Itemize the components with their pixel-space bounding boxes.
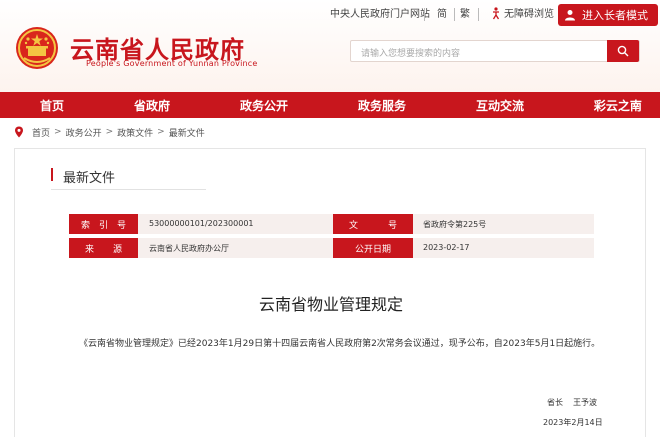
divider — [454, 8, 455, 21]
breadcrumb-item-home[interactable]: 首页 — [32, 126, 50, 139]
meta-label-char: 来 — [85, 242, 94, 255]
elder-user-icon — [564, 9, 576, 21]
meta-value-publish-date: 2023-02-17 — [423, 243, 470, 252]
document-panel: 最新文件 索 引 号 53000000101/202300001 文 号 省政府… — [14, 148, 646, 437]
document-signer: 省长 王予波 — [547, 397, 597, 408]
signer-name: 王予波 — [573, 398, 597, 407]
meta-label-publish-date: 公开日期 — [333, 238, 413, 258]
search-input[interactable] — [361, 44, 601, 64]
meta-label-char: 文 — [349, 218, 358, 231]
nav-item-home[interactable]: 首页 — [40, 97, 64, 114]
traditional-chinese-link[interactable]: 繁 — [460, 9, 470, 21]
breadcrumb: 首页 > 政务公开 > 政策文件 > 最新文件 — [14, 125, 205, 139]
search-box — [350, 40, 640, 62]
meta-label-char: 索 — [81, 218, 90, 231]
meta-label-index-number: 索 引 号 — [69, 214, 138, 234]
document-meta-table: 索 引 号 53000000101/202300001 文 号 省政府令第225… — [69, 214, 594, 258]
meta-label-char: 号 — [388, 218, 397, 231]
section-heading: 最新文件 — [51, 164, 206, 190]
meta-value-index-number: 53000000101/202300001 — [149, 219, 254, 228]
meta-label-document-number: 文 号 — [333, 214, 413, 234]
breadcrumb-item-latest-documents[interactable]: 最新文件 — [169, 126, 205, 139]
elder-mode-label: 进入长者模式 — [582, 7, 648, 23]
meta-row: 来 源 云南省人民政府办公厅 公开日期 2023-02-17 — [69, 238, 594, 258]
location-pin-icon — [14, 126, 24, 138]
document-title: 云南省物业管理规定 — [15, 291, 647, 315]
heading-accent-bar — [51, 168, 53, 181]
breadcrumb-separator: > — [157, 127, 165, 137]
breadcrumb-item-policy-documents[interactable]: 政策文件 — [117, 126, 153, 139]
document-date: 2023年2月14日 — [543, 417, 603, 428]
meta-label-char: 号 — [117, 218, 126, 231]
national-emblem-icon[interactable] — [15, 26, 59, 70]
breadcrumb-separator: > — [54, 127, 62, 137]
main-nav: 首页 省政府 政务公开 政务服务 互动交流 彩云之南 — [0, 92, 660, 118]
divider — [424, 8, 425, 21]
site-subtitle: People's Government of Yunnan Province — [86, 59, 258, 68]
meta-label-source: 来 源 — [69, 238, 138, 258]
nav-item-government-services[interactable]: 政务服务 — [358, 97, 406, 114]
section-heading-text: 最新文件 — [63, 167, 115, 186]
nav-item-colorful-yunnan[interactable]: 彩云之南 — [594, 97, 642, 114]
meta-row: 索 引 号 53000000101/202300001 文 号 省政府令第225… — [69, 214, 594, 234]
search-button[interactable] — [607, 40, 639, 62]
signer-title: 省长 — [547, 398, 563, 407]
breadcrumb-item-government-affairs[interactable]: 政务公开 — [66, 126, 102, 139]
nav-item-interaction[interactable]: 互动交流 — [476, 97, 524, 114]
nav-item-government-affairs-public[interactable]: 政务公开 — [240, 97, 288, 114]
central-portal-link[interactable]: 中央人民政府门户网站 — [330, 9, 430, 21]
search-icon — [617, 45, 629, 57]
meta-value-document-number: 省政府令第225号 — [423, 219, 486, 230]
accessibility-icon[interactable] — [490, 7, 502, 20]
meta-label-text: 公开日期 — [355, 242, 391, 255]
breadcrumb-separator: > — [106, 127, 114, 137]
simplified-chinese-link[interactable]: 简 — [437, 9, 447, 21]
divider — [478, 8, 479, 21]
meta-label-char: 源 — [113, 242, 122, 255]
nav-item-provincial-government[interactable]: 省政府 — [134, 97, 170, 114]
meta-value-source: 云南省人民政府办公厅 — [149, 243, 229, 254]
elder-mode-button[interactable]: 进入长者模式 — [558, 4, 658, 26]
document-body: 《云南省物业管理规定》已经2023年1月29日第十四届云南省人民政府第2次常务会… — [79, 336, 600, 349]
top-utility-bar: 中央人民政府门户网站 简 繁 无障碍浏览 进入长者模式 — [0, 0, 660, 30]
meta-label-char: 引 — [99, 218, 108, 231]
accessible-browse-link[interactable]: 无障碍浏览 — [504, 9, 554, 21]
